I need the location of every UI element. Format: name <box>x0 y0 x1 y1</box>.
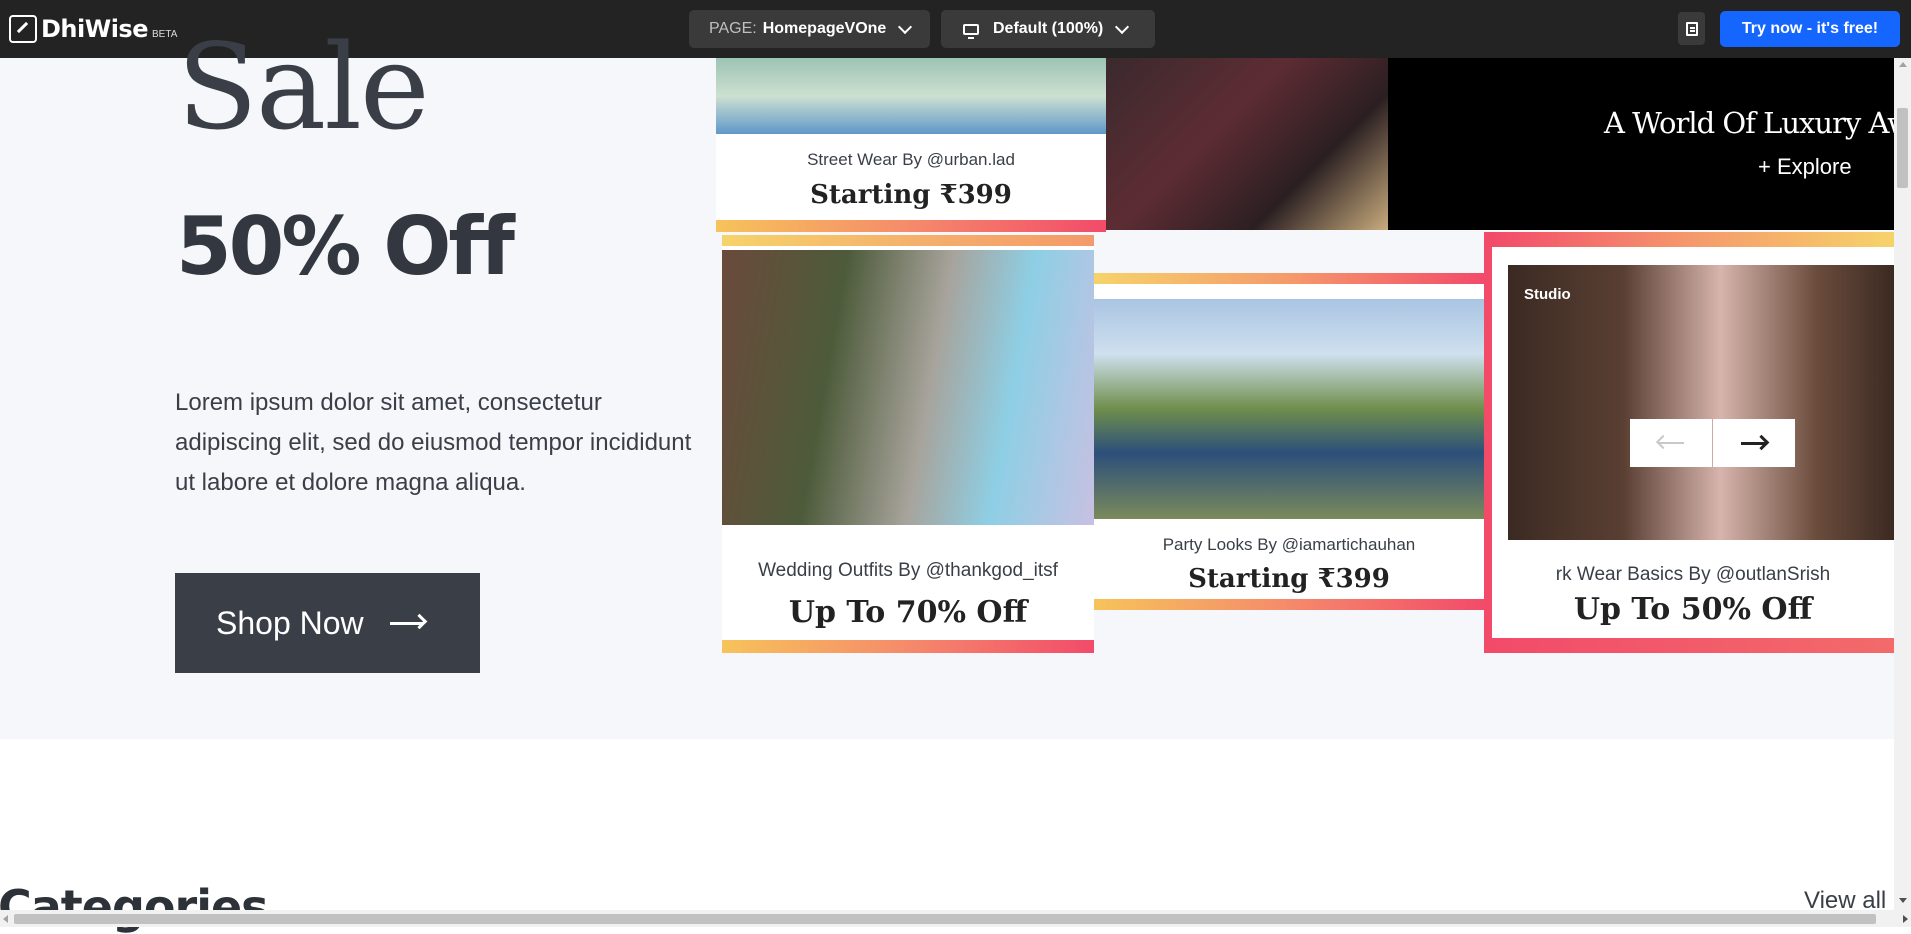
banner-price: Starting ₹399 <box>1188 564 1390 594</box>
document-icon <box>1686 22 1698 36</box>
dhiwise-logo-icon <box>9 15 37 43</box>
banner-caption: Street Wear By @urban.lad <box>807 150 1015 169</box>
banner-caption: rk Wear Basics By @outlanSrish <box>1555 564 1831 585</box>
banner-explore-link[interactable]: + Explore <box>1758 154 1852 180</box>
shop-now-button[interactable]: Shop Now <box>175 573 480 673</box>
scroll-up-icon[interactable] <box>1899 62 1907 67</box>
banner-luxury[interactable]: A World Of Luxury Aw + Explore <box>1388 58 1894 230</box>
banner-image <box>716 58 1106 134</box>
page-selector-value: HomepageVOne <box>762 20 887 37</box>
hero-sale-heading: Sale <box>177 18 430 156</box>
vertical-scroll-thumb[interactable] <box>1897 108 1908 188</box>
banner-gradient-strip <box>722 235 1094 246</box>
horizontal-scrollbar[interactable] <box>0 910 1911 927</box>
banner-caption: Wedding Outfits By @thankgod_itsf <box>758 560 1058 581</box>
hero-discount-heading: 50% Off <box>176 200 515 293</box>
banner-luxury-title: A World Of Luxury Aw <box>1604 106 1894 140</box>
page-selector[interactable]: PAGE: HomepageVOne <box>689 10 930 48</box>
page-selector-label: PAGE: <box>709 20 757 37</box>
carousel-prev-button[interactable] <box>1630 419 1712 467</box>
scroll-down-icon[interactable] <box>1899 898 1907 903</box>
banner-gradient-strip <box>1094 273 1484 284</box>
banner-image <box>1508 265 1894 540</box>
monitor-icon <box>963 23 979 39</box>
vertical-scrollbar[interactable] <box>1894 58 1911 910</box>
shop-now-label: Shop Now <box>216 604 364 641</box>
scroll-right-icon[interactable] <box>1903 915 1908 923</box>
arrow-left-icon <box>1658 442 1684 444</box>
banner-party-looks[interactable]: Party Looks By @iamartichauhan Starting … <box>1094 273 1484 610</box>
banner-gradient-strip <box>1094 599 1484 610</box>
banner-image <box>722 250 1094 525</box>
chevron-down-icon <box>1115 19 1130 34</box>
banner-gradient-strip <box>1492 232 1894 247</box>
logo-text: DhiWise <box>41 15 149 43</box>
banner-gradient-strip <box>716 220 1106 232</box>
banner-price: Starting ₹399 <box>810 180 1012 210</box>
banner-street-wear[interactable]: Street Wear By @urban.lad Starting ₹399 <box>716 58 1106 232</box>
docs-button[interactable] <box>1678 12 1705 45</box>
beta-badge: BETA <box>152 28 178 40</box>
arrow-right-icon <box>389 621 424 625</box>
horizontal-scroll-thumb[interactable] <box>14 914 1876 924</box>
dhiwise-logo[interactable]: DhiWise BETA <box>9 14 177 44</box>
scroll-left-icon[interactable] <box>3 915 8 923</box>
banner-image <box>1094 299 1484 519</box>
hero-description: Lorem ipsum dolor sit amet, consectetur … <box>175 389 692 496</box>
banner-gradient-strip <box>722 640 1094 653</box>
banner-couple-image[interactable] <box>1106 58 1388 230</box>
carousel-next-button[interactable] <box>1713 419 1795 467</box>
carousel-controls <box>1630 419 1795 467</box>
banner-caption: Party Looks By @iamartichauhan <box>1162 535 1416 554</box>
chevron-down-icon <box>898 19 913 34</box>
device-selector-value: Default (100%) <box>993 20 1104 37</box>
banner-gradient-strip <box>1492 638 1894 653</box>
banner-price: Up To 70% Off <box>788 595 1028 630</box>
arrow-right-icon <box>1741 441 1767 445</box>
banner-wedding-outfits[interactable]: Wedding Outfits By @thankgod_itsf Up To … <box>722 235 1094 653</box>
device-selector[interactable]: Default (100%) <box>941 10 1155 48</box>
studio-badge: Studio <box>1524 286 1571 303</box>
banner-price: Up To 50% Off <box>1573 592 1813 627</box>
try-now-button[interactable]: Try now - it's free! <box>1720 11 1900 47</box>
